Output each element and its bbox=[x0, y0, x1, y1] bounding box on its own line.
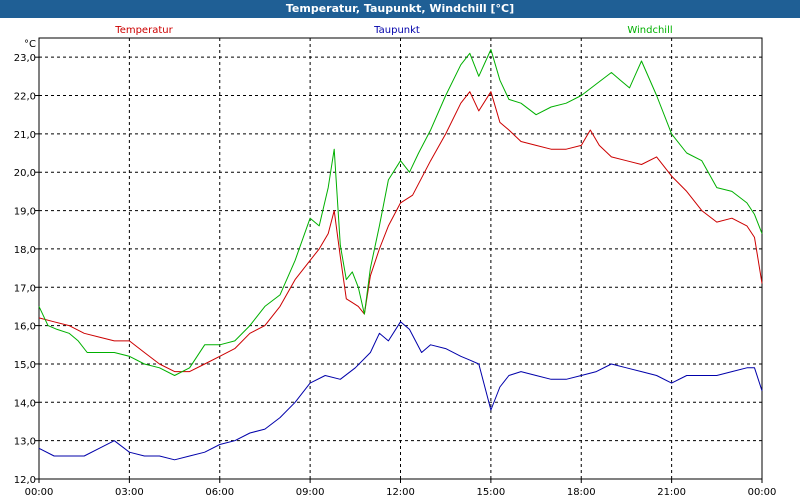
x-tick-time: 06:00 bbox=[205, 487, 234, 498]
x-tick-time: 21:00 bbox=[657, 487, 686, 498]
y-tick-label: 19,0 bbox=[14, 207, 36, 218]
y-unit-label: °C bbox=[24, 39, 36, 50]
x-tick-time: 03:00 bbox=[115, 487, 144, 498]
y-tick-label: 21,0 bbox=[14, 130, 36, 141]
y-tick-label: 17,0 bbox=[14, 283, 36, 294]
x-tick-time: 12:00 bbox=[386, 487, 415, 498]
legend-taupunkt: Taupunkt bbox=[373, 25, 420, 36]
legend-windchill: Windchill bbox=[627, 25, 672, 36]
y-tick-label: 15,0 bbox=[14, 360, 36, 371]
x-tick-time: 15:00 bbox=[476, 487, 505, 498]
window-title: Temperatur, Taupunkt, Windchill [°C] bbox=[0, 0, 800, 18]
x-tick-time: 00:00 bbox=[748, 487, 777, 498]
y-tick-label: 13,0 bbox=[14, 437, 36, 448]
y-tick-label: 16,0 bbox=[14, 322, 36, 333]
x-tick-time: 18:00 bbox=[567, 487, 596, 498]
y-tick-label: 20,0 bbox=[14, 168, 36, 179]
line-chart: 12,0 13,0 14,0 15,0 16,0 17,0 18,0 19,0 20,0 21,0… bbox=[14, 25, 777, 498]
x-tick-time: 09:00 bbox=[296, 487, 325, 498]
legend-temperatur: Temperatur bbox=[114, 25, 173, 36]
y-tick-label: 12,0 bbox=[14, 475, 36, 486]
x-tick-time: 00:00 bbox=[25, 487, 54, 498]
y-tick-label: 14,0 bbox=[14, 398, 36, 409]
y-tick-label: 23,0 bbox=[14, 53, 36, 64]
y-tick-label: 18,0 bbox=[14, 245, 36, 256]
y-tick-label: 22,0 bbox=[14, 92, 36, 103]
